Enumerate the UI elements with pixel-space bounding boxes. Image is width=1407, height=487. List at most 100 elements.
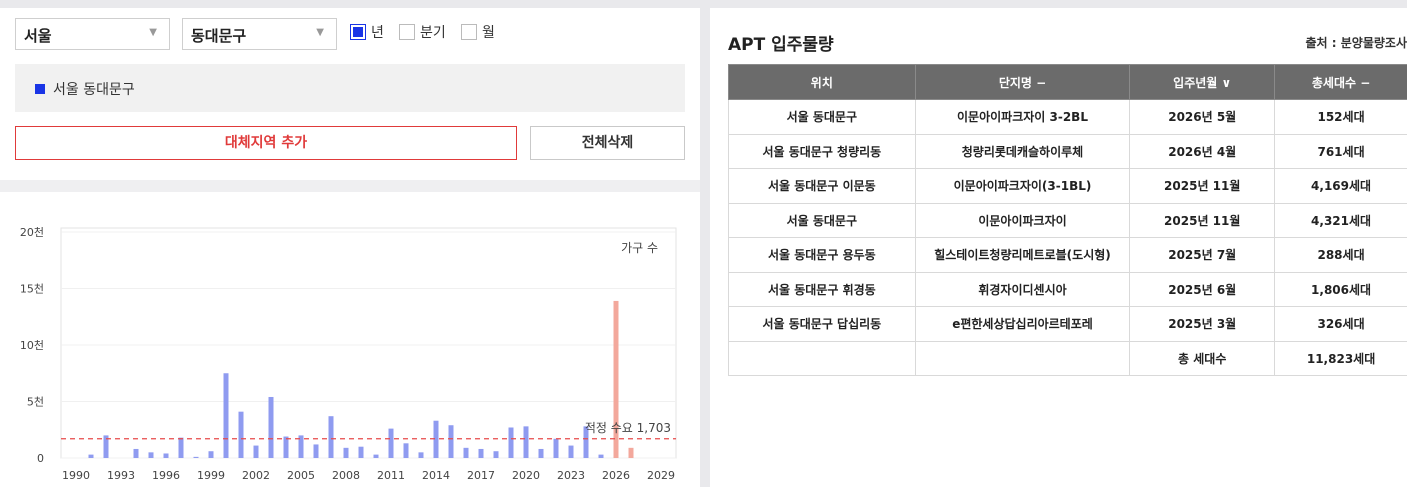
cell-move-in: 2026년 5월 [1129, 99, 1276, 135]
x-tick-label: 2023 [557, 469, 585, 482]
cell-empty [914, 340, 1131, 376]
x-tick-label: 2017 [467, 469, 495, 482]
col-header-complex[interactable]: 단지명 − [914, 64, 1131, 100]
total-value: 11,823세대 [1274, 340, 1407, 376]
bar-2015[interactable] [448, 425, 454, 458]
plot-area [60, 227, 677, 459]
bar-2007[interactable] [328, 416, 334, 458]
period-quarter-label: 분기 [420, 25, 446, 41]
region-tag-label: 서울 동대문구 [53, 82, 135, 98]
bar-2019[interactable] [508, 427, 514, 458]
supply-bar-chart: 0 5천 10천 15천 20천 1990 1993 1996 1999 2002 2005 200… [20, 225, 677, 482]
bar-2009[interactable] [358, 446, 364, 458]
cell-location: 서울 동대문구 청량리동 [728, 133, 916, 169]
bar-2023[interactable] [568, 445, 574, 458]
period-month-checkbox[interactable] [461, 24, 477, 40]
x-tick-label: 1996 [152, 469, 180, 482]
bar-1997[interactable] [178, 437, 184, 458]
x-tick-label: 2029 [647, 469, 675, 482]
x-tick-label: 2002 [242, 469, 270, 482]
bar-2020[interactable] [523, 426, 529, 458]
cell-location: 서울 동대문구 용두동 [728, 237, 916, 273]
cell-households: 288세대 [1274, 237, 1407, 273]
bar-2013[interactable] [418, 452, 424, 458]
table-row[interactable]: 서울 동대문구 이문아이파크자이 3-2BL 2026년 5월 152세대 [728, 99, 1407, 135]
y-tick-label: 5천 [27, 395, 44, 409]
x-tick-label: 1990 [62, 469, 90, 482]
bar-2027[interactable] [628, 447, 634, 458]
bar-2017[interactable] [478, 448, 484, 458]
bar-2006[interactable] [313, 444, 319, 458]
bar-2018[interactable] [493, 451, 499, 458]
table-header-row: 위치 단지명 − 입주년월 ∨ 총세대수 − [728, 64, 1407, 100]
supply-table: 위치 단지명 − 입주년월 ∨ 총세대수 − 서울 동대문구 이문아이파크자이 3… [728, 64, 1407, 376]
bar-1995[interactable] [148, 452, 154, 458]
cell-households: 761세대 [1274, 133, 1407, 169]
cell-households: 4,169세대 [1274, 168, 1407, 204]
cell-households: 1,806세대 [1274, 271, 1407, 307]
table-row[interactable]: 서울 동대문구 청량리동 청량리롯데캐슬하이루체 2026년 4월 761세대 [728, 133, 1407, 169]
bar-2022[interactable] [553, 438, 559, 458]
y-tick-label: 20천 [20, 225, 44, 239]
district-select[interactable]: 동대문구 ▼ [182, 18, 337, 50]
delete-all-button[interactable]: 전체삭제 [530, 126, 685, 160]
city-select[interactable]: 서울 ▼ [15, 18, 170, 50]
x-tick-label: 2014 [422, 469, 450, 482]
cell-empty [728, 340, 916, 376]
table-row[interactable]: 서울 동대문구 휘경동 휘경자이디센시아 2025년 6월 1,806세대 [728, 271, 1407, 307]
bar-2010[interactable] [373, 454, 379, 458]
region-tag[interactable]: 서울 동대문구 [35, 79, 135, 99]
period-quarter-checkbox[interactable] [399, 24, 415, 40]
bar-1999[interactable] [208, 451, 214, 458]
cell-move-in: 2025년 3월 [1129, 306, 1276, 342]
table-row[interactable]: 서울 동대문구 이문아이파크자이 2025년 11월 4,321세대 [728, 202, 1407, 238]
bar-2000[interactable] [223, 373, 229, 458]
cell-households: 326세대 [1274, 306, 1407, 342]
total-label: 총 세대수 [1129, 340, 1276, 376]
cell-complex: 이문아이파크자이 3-2BL [914, 99, 1131, 135]
cell-location: 서울 동대문구 [728, 202, 916, 238]
cell-move-in: 2025년 6월 [1129, 271, 1276, 307]
table-row[interactable]: 서울 동대문구 답십리동 e편한세상답십리아르테포레 2025년 3월 326세대 [728, 306, 1407, 342]
bar-2021[interactable] [538, 448, 544, 458]
bar-2001[interactable] [238, 411, 244, 458]
city-select-value: 서울 [24, 27, 52, 45]
cell-households: 4,321세대 [1274, 202, 1407, 238]
bar-1994[interactable] [133, 448, 139, 458]
cell-households: 152세대 [1274, 99, 1407, 135]
cell-move-in: 2026년 4월 [1129, 133, 1276, 169]
cell-complex: e편한세상답십리아르테포레 [914, 306, 1131, 342]
bar-2008[interactable] [343, 447, 349, 458]
x-tick-label: 2020 [512, 469, 540, 482]
selected-regions-box: 서울 동대문구 [15, 64, 685, 112]
chart-legend: 가구 수 [621, 241, 658, 255]
table-row[interactable]: 서울 동대문구 용두동 힐스테이트청량리메트로블(도시형) 2025년 7월 288세… [728, 237, 1407, 273]
bar-2002[interactable] [253, 445, 259, 458]
x-tick-label: 2026 [602, 469, 630, 482]
period-year-checkbox[interactable] [350, 24, 366, 40]
bar-2011[interactable] [388, 428, 394, 458]
bar-2012[interactable] [403, 443, 409, 458]
right-panel: APT 입주물량 출처 : 분양물량조사 위치 단지명 − 입주년월 ∨ 총세대… [710, 8, 1407, 487]
col-header-location[interactable]: 위치 [728, 64, 916, 100]
col-header-move-in[interactable]: 입주년월 ∨ [1129, 64, 1276, 100]
add-region-button[interactable]: 대체지역 추가 [15, 126, 517, 160]
bar-2025[interactable] [598, 454, 604, 458]
section-divider [0, 180, 700, 192]
col-header-households[interactable]: 총세대수 − [1274, 64, 1407, 100]
cell-complex: 이문아이파크자이(3-1BL) [914, 168, 1131, 204]
table-row[interactable]: 서울 동대문구 이문동 이문아이파크자이(3-1BL) 2025년 11월 4,169… [728, 168, 1407, 204]
cell-complex: 이문아이파크자이 [914, 202, 1131, 238]
x-tick-label: 1993 [107, 469, 135, 482]
cell-location: 서울 동대문구 이문동 [728, 168, 916, 204]
bar-1991[interactable] [88, 454, 94, 458]
source-note: 출처 : 분양물량조사 [1305, 36, 1407, 50]
cell-location: 서울 동대문구 답십리동 [728, 306, 916, 342]
chevron-down-icon: ▼ [149, 27, 157, 38]
bar-1998[interactable] [193, 456, 199, 458]
bar-2016[interactable] [463, 447, 469, 458]
bar-1996[interactable] [163, 453, 169, 458]
bar-2004[interactable] [283, 436, 289, 458]
y-tick-label: 0 [37, 452, 44, 465]
bar-2003[interactable] [268, 396, 274, 458]
